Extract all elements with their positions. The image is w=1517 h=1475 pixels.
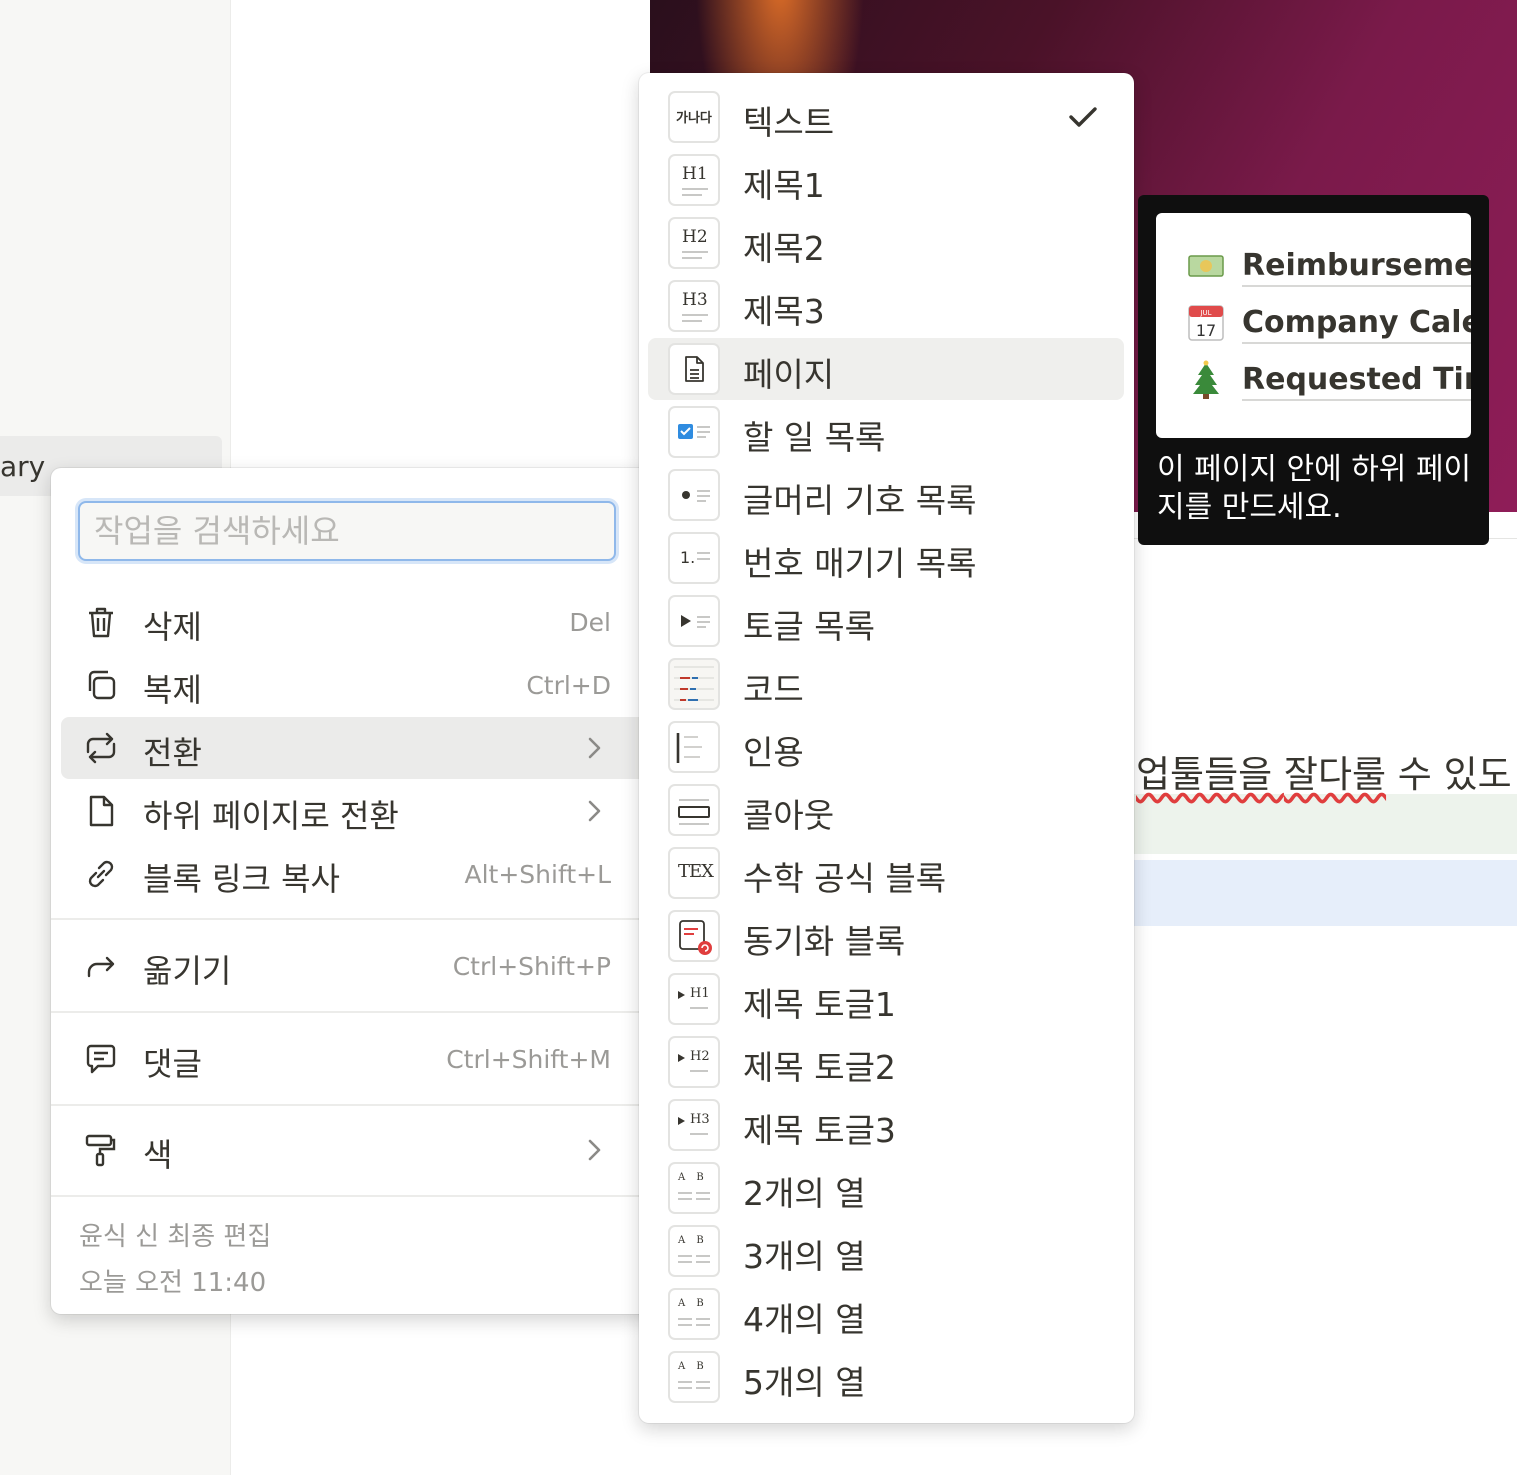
synced-block-thumbnail: [668, 910, 720, 962]
toggle-heading2-thumbnail: H2: [668, 1036, 720, 1088]
turn-into-synced-block[interactable]: 동기화 블록: [648, 905, 1124, 967]
checkbox-icon: [678, 424, 710, 439]
delete-menu-item[interactable]: 삭제 Del: [61, 591, 681, 653]
trash-icon: [89, 607, 113, 638]
quote-thumbnail: [668, 721, 720, 773]
svg-text:17: 17: [1196, 321, 1216, 340]
background-block-blue: [1134, 860, 1517, 926]
bullet-icon: [682, 490, 710, 502]
color-menu-item[interactable]: 색: [61, 1119, 681, 1181]
heading1-thumbnail: H1: [668, 154, 720, 206]
duplicate-menu-item[interactable]: 복제 Ctrl+D: [61, 654, 681, 716]
columns-thumbnail: A B: [668, 1351, 720, 1403]
text-block-thumbnail: 가나다: [668, 91, 720, 143]
columns-thumbnail: A B: [668, 1162, 720, 1214]
code-icon: [674, 666, 714, 701]
quote-bar-icon: [676, 733, 702, 763]
tooltip-preview: Reimbursement JUL17 Company Calendar Req…: [1156, 213, 1471, 438]
turn-into-3-columns[interactable]: A B 3개의 열: [648, 1220, 1124, 1282]
heading3-thumbnail: H3: [668, 280, 720, 332]
turn-into-math-block[interactable]: TEX 수학 공식 블록: [648, 842, 1124, 904]
turn-into-2-columns[interactable]: A B 2개의 열: [648, 1157, 1124, 1219]
turn-into-numbered-list[interactable]: 1. 번호 매기기 목록: [648, 527, 1124, 589]
todo-thumbnail: [668, 406, 720, 458]
last-edited-by: 윤식 신 최종 편집: [79, 1222, 272, 1252]
heading2-thumbnail: H2: [668, 217, 720, 269]
paint-roller-icon: [85, 1134, 116, 1167]
turn-into-toggle-heading3[interactable]: H3 제목 토글3: [648, 1094, 1124, 1156]
block-context-menu: 삭제 Del 복제 Ctrl+D 전환 하위 페이지로 전환 블록 링크 복사 …: [51, 468, 691, 1314]
move-to-menu-item[interactable]: 옮기기 Ctrl+Shift+P: [61, 935, 681, 997]
menu-divider: [51, 1104, 691, 1106]
page-icon: [89, 795, 114, 827]
sync-icon: [679, 920, 712, 955]
svg-text:JUL: JUL: [1199, 309, 1211, 317]
turn-into-callout[interactable]: 콜아웃: [648, 779, 1124, 841]
code-thumbnail: [668, 658, 720, 710]
columns-thumbnail: A B: [668, 1225, 720, 1277]
tex-thumbnail: TEX: [668, 847, 720, 899]
callout-thumbnail: [668, 784, 720, 836]
chevron-right-icon: [588, 1139, 601, 1161]
link-icon: [88, 860, 114, 888]
sidebar-item-label: ary: [0, 450, 46, 483]
page-thumbnail: [668, 343, 720, 395]
page-icon: [685, 356, 704, 382]
background-block-green: [1134, 794, 1517, 854]
turn-into-submenu: 가나다 텍스트 H1 제목1 H2 제목2 H3 제목3 페이지 할 일 목록 …: [639, 73, 1134, 1423]
turn-into-4-columns[interactable]: A B 4개의 열: [648, 1283, 1124, 1345]
turn-into-code[interactable]: 코드: [648, 653, 1124, 715]
turn-into-page-menu-item[interactable]: 하위 페이지로 전환: [61, 780, 681, 842]
turn-into-quote[interactable]: 인용: [648, 716, 1124, 778]
chevron-right-icon: [588, 800, 601, 822]
turn-into-page[interactable]: 페이지: [648, 338, 1124, 400]
comment-menu-item[interactable]: 댓글 Ctrl+Shift+M: [61, 1028, 681, 1090]
toggle-heading3-thumbnail: H3: [668, 1099, 720, 1151]
menu-divider: [51, 1195, 691, 1197]
turn-into-todo[interactable]: 할 일 목록: [648, 401, 1124, 463]
tree-icon: [1193, 360, 1219, 399]
numbered-list-thumbnail: 1.: [668, 532, 720, 584]
last-edited-time: 오늘 오전 11:40: [79, 1268, 267, 1298]
checkmark-icon: [1069, 107, 1097, 127]
turn-into-bullet-list[interactable]: 글머리 기호 목록: [648, 464, 1124, 526]
chevron-right-icon: [588, 737, 601, 759]
copy-block-link-menu-item[interactable]: 블록 링크 복사 Alt+Shift+L: [61, 843, 681, 905]
turn-into-menu-item[interactable]: 전환: [61, 717, 681, 779]
bullet-list-thumbnail: [668, 469, 720, 521]
search-input[interactable]: [78, 501, 616, 561]
page-body-text: 업툴들을 잘다룰 수 있도: [1136, 753, 1512, 796]
turn-into-heading1[interactable]: H1 제목1: [648, 149, 1124, 211]
move-arrow-icon: [87, 956, 115, 978]
menu-divider: [51, 918, 691, 920]
calendar-icon: JUL 17: [1188, 305, 1224, 341]
toggle-heading1-thumbnail: H1: [668, 973, 720, 1025]
page-block-tooltip: Reimbursement JUL17 Company Calendar Req…: [1138, 195, 1489, 545]
money-icon: [1188, 255, 1224, 277]
callout-icon: [678, 799, 710, 825]
tooltip-description: 이 페이지 안에 하위 페이지를 만드세요.: [1157, 452, 1472, 525]
menu-divider: [51, 1011, 691, 1013]
comment-icon: [86, 1044, 116, 1074]
turn-into-toggle-list[interactable]: 토글 목록: [648, 590, 1124, 652]
toggle-list-thumbnail: [668, 595, 720, 647]
turn-into-toggle-heading2[interactable]: H2 제목 토글2: [648, 1031, 1124, 1093]
columns-thumbnail: A B: [668, 1288, 720, 1340]
turn-into-icon: [86, 732, 116, 764]
turn-into-heading3[interactable]: H3 제목3: [648, 275, 1124, 337]
turn-into-text[interactable]: 가나다 텍스트: [648, 86, 1124, 148]
duplicate-icon: [88, 670, 116, 700]
toggle-triangle-icon: [681, 615, 710, 628]
turn-into-5-columns[interactable]: A B 5개의 열: [648, 1346, 1124, 1408]
turn-into-toggle-heading1[interactable]: H1 제목 토글1: [648, 968, 1124, 1030]
turn-into-heading2[interactable]: H2 제목2: [648, 212, 1124, 274]
